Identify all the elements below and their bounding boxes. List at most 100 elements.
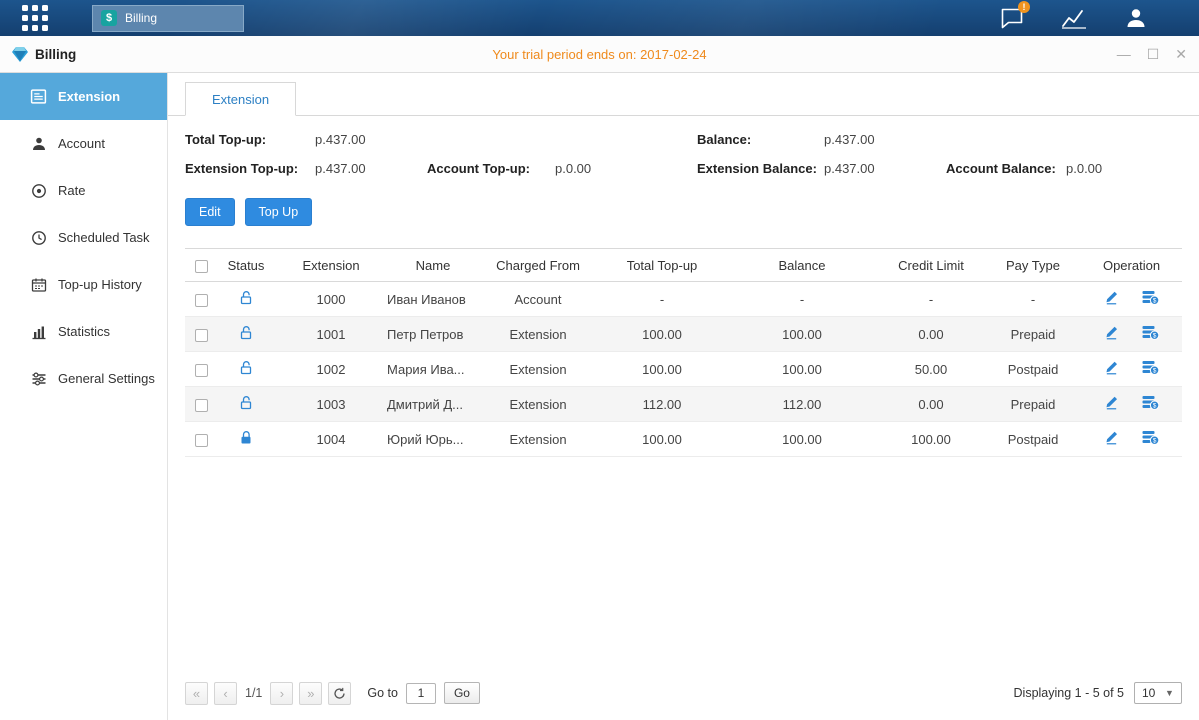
cell-status: [217, 387, 275, 422]
cell-balance: 100.00: [727, 352, 877, 387]
go-button[interactable]: Go: [444, 682, 480, 704]
cell-extension: 1002: [275, 352, 387, 387]
sidebar-item-account[interactable]: Account: [0, 120, 167, 167]
sidebar-item-label: Extension: [58, 89, 120, 104]
next-page-button[interactable]: ›: [270, 682, 293, 705]
displaying-info: Displaying 1 - 5 of 5: [1014, 686, 1124, 700]
cell-pay-type: Prepaid: [985, 387, 1081, 422]
cell-status: [217, 422, 275, 457]
edit-icon[interactable]: [1104, 430, 1119, 448]
edit-icon[interactable]: [1104, 395, 1119, 413]
taskbar: $ Billing !: [0, 0, 1199, 36]
cell-extension: 1003: [275, 387, 387, 422]
cell-charged-from: Account: [479, 282, 597, 317]
summary-value: p.0.00: [1066, 161, 1182, 176]
svg-text:$: $: [1153, 438, 1157, 445]
header-extension[interactable]: Extension: [275, 249, 387, 282]
sidebar-item-label: Top-up History: [58, 277, 142, 292]
header-pay-type[interactable]: Pay Type: [985, 249, 1081, 282]
cell-balance: -: [727, 282, 877, 317]
cell-charged-from: Extension: [479, 422, 597, 457]
prev-page-button[interactable]: ‹: [214, 682, 237, 705]
tab-extension[interactable]: Extension: [185, 82, 296, 116]
row-checkbox[interactable]: [195, 294, 208, 307]
billing-gem-icon: [12, 47, 28, 62]
row-checkbox[interactable]: [195, 364, 208, 377]
topup-icon[interactable]: $: [1142, 430, 1159, 448]
statistics-chart-icon[interactable]: [1061, 5, 1087, 31]
last-page-button[interactable]: »: [299, 682, 322, 705]
cell-total-topup: 100.00: [597, 422, 727, 457]
summary-value: p.437.00: [315, 132, 427, 147]
notifications-icon[interactable]: !: [999, 5, 1025, 31]
clock-icon: [30, 229, 47, 246]
unlock-icon: [239, 290, 253, 308]
taskbar-billing-tab[interactable]: $ Billing: [92, 5, 244, 32]
edit-button[interactable]: Edit: [185, 198, 235, 226]
user-account-icon[interactable]: [1123, 5, 1149, 31]
header-balance[interactable]: Balance: [727, 249, 877, 282]
topup-icon[interactable]: $: [1142, 360, 1159, 378]
apps-grid-icon[interactable]: [22, 5, 48, 31]
sidebar-item-rate[interactable]: Rate: [0, 167, 167, 214]
table-row: 1000 Иван Иванов Account - - - - $: [185, 282, 1182, 317]
sidebar-item-general-settings[interactable]: General Settings: [0, 355, 167, 402]
topup-icon[interactable]: $: [1142, 395, 1159, 413]
edit-icon[interactable]: [1104, 325, 1119, 343]
page-size-select[interactable]: 10 ▼: [1134, 682, 1182, 704]
close-icon[interactable]: ✕: [1175, 47, 1187, 61]
topup-icon[interactable]: $: [1142, 325, 1159, 343]
row-checkbox[interactable]: [195, 434, 208, 447]
cell-balance: 112.00: [727, 387, 877, 422]
extensions-table: Status Extension Name Charged From Total…: [185, 248, 1182, 457]
select-all-checkbox[interactable]: [195, 260, 208, 273]
topup-icon[interactable]: $: [1142, 290, 1159, 308]
cell-name: Иван Иванов: [387, 282, 479, 317]
goto-page-input[interactable]: [406, 683, 436, 704]
cell-pay-type: Postpaid: [985, 422, 1081, 457]
minimize-icon[interactable]: —: [1117, 47, 1131, 61]
cell-extension: 1001: [275, 317, 387, 352]
sidebar-item-label: Rate: [58, 183, 85, 198]
maximize-icon[interactable]: ☐: [1147, 47, 1160, 61]
billing-dollar-icon: $: [101, 10, 117, 26]
edit-icon[interactable]: [1104, 290, 1119, 308]
summary-label: Account Top-up:: [427, 161, 555, 176]
sidebar-item-topup-history[interactable]: Top-up History: [0, 261, 167, 308]
cell-checkbox: [185, 387, 217, 422]
cell-status: [217, 352, 275, 387]
header-charged-from[interactable]: Charged From: [479, 249, 597, 282]
cell-checkbox: [185, 352, 217, 387]
svg-text:$: $: [1153, 368, 1157, 375]
sidebar: Extension Account Rate Scheduled Task: [0, 73, 168, 720]
table-header-row: Status Extension Name Charged From Total…: [185, 249, 1182, 282]
header-credit-limit[interactable]: Credit Limit: [877, 249, 985, 282]
bar-chart-icon: [30, 323, 47, 340]
top-up-button[interactable]: Top Up: [245, 198, 313, 226]
header-operation[interactable]: Operation: [1081, 249, 1182, 282]
edit-icon[interactable]: [1104, 360, 1119, 378]
header-total-topup[interactable]: Total Top-up: [597, 249, 727, 282]
refresh-icon[interactable]: [328, 682, 351, 705]
app-title: Billing: [12, 47, 76, 62]
sidebar-item-statistics[interactable]: Statistics: [0, 308, 167, 355]
content-area: Total Top-up: p.437.00 Balance: p.437.00…: [168, 116, 1199, 720]
calendar-icon: [30, 276, 47, 293]
cell-name: Мария Ива...: [387, 352, 479, 387]
sidebar-item-label: Scheduled Task: [58, 230, 150, 245]
header-name[interactable]: Name: [387, 249, 479, 282]
header-status[interactable]: Status: [217, 249, 275, 282]
page-info: 1/1: [243, 686, 270, 700]
cell-pay-type: -: [985, 282, 1081, 317]
row-checkbox[interactable]: [195, 399, 208, 412]
cell-status: [217, 317, 275, 352]
sidebar-item-extension[interactable]: Extension: [0, 73, 167, 120]
row-checkbox[interactable]: [195, 329, 208, 342]
sidebar-item-label: General Settings: [58, 371, 155, 386]
summary-label: Extension Top-up:: [185, 161, 315, 176]
first-page-button[interactable]: «: [185, 682, 208, 705]
sidebar-item-scheduled-task[interactable]: Scheduled Task: [0, 214, 167, 261]
svg-text:$: $: [1153, 298, 1157, 305]
cell-operation: $: [1081, 282, 1182, 317]
cell-pay-type: Postpaid: [985, 352, 1081, 387]
